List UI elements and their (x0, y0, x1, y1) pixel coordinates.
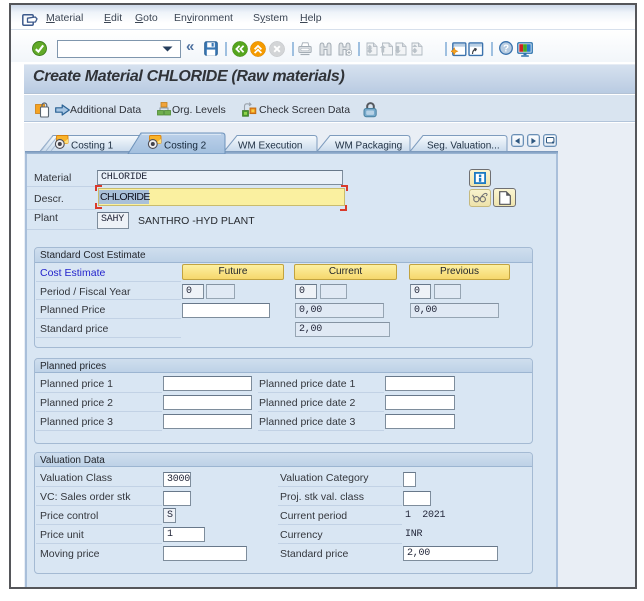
svg-text:Costing 2: Costing 2 (164, 141, 207, 152)
svg-text:Costing 1: Costing 1 (71, 141, 114, 152)
svg-text:WM Packaging: WM Packaging (335, 141, 402, 152)
svg-text:Seg. Valuation...: Seg. Valuation... (427, 141, 500, 152)
svg-text:WM Execution: WM Execution (238, 141, 302, 152)
svg-text:?: ? (503, 44, 509, 55)
